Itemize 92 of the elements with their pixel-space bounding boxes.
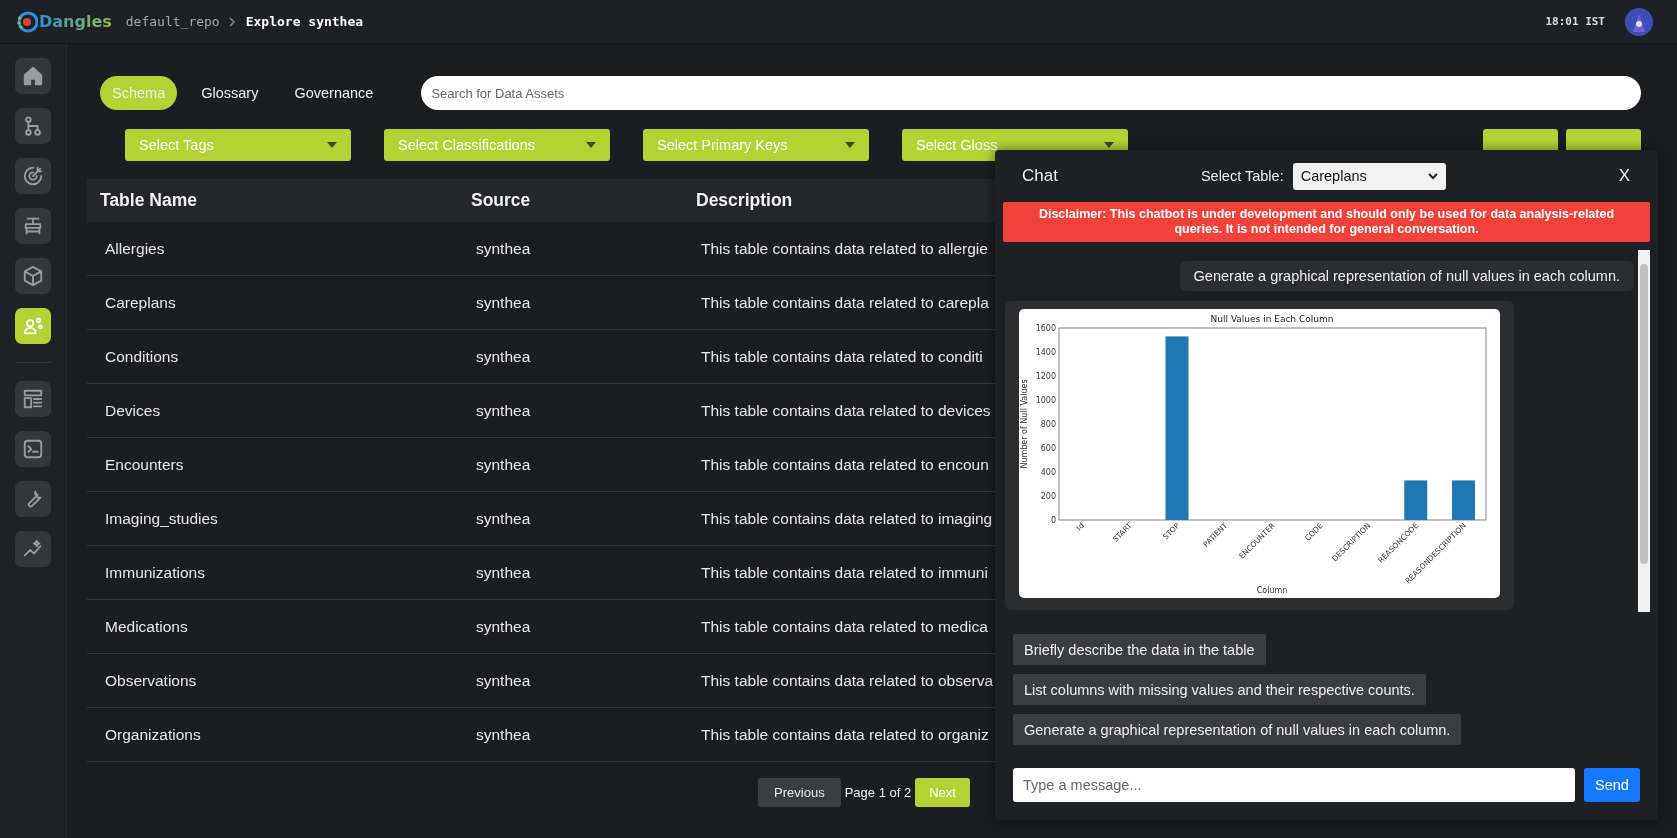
y-tick-label: 1600	[1035, 324, 1056, 333]
sidebar-item[interactable]	[15, 208, 51, 244]
suggestion-chip[interactable]: Briefly describe the data in the table	[1013, 634, 1266, 665]
tab[interactable]: Glossary	[189, 76, 271, 110]
table-cell: synthea	[476, 239, 531, 258]
sidebar-item[interactable]	[15, 308, 51, 344]
sidebar-item[interactable]	[15, 431, 51, 467]
chat-title: Chat	[1022, 166, 1058, 186]
chart-title: Null Values in Each Column	[1210, 314, 1334, 324]
pipeline-icon	[22, 215, 44, 237]
suggestion-chip[interactable]: List columns with missing values and their respective counts.	[1013, 674, 1426, 705]
y-tick-label: 0	[1050, 516, 1056, 525]
table-cell: This table contains data related to allergie	[701, 239, 988, 258]
message-input[interactable]: Type a message...	[1013, 768, 1575, 802]
table-cell[interactable]: Encounters	[105, 455, 184, 474]
table-cell[interactable]: Immunizations	[105, 563, 205, 582]
table-cell[interactable]: Devices	[105, 401, 161, 420]
y-axis-label: Number of Null Values	[1020, 379, 1029, 469]
table-cell: synthea	[476, 401, 531, 420]
sidebar-item[interactable]	[15, 381, 51, 417]
previous-button[interactable]: Previous	[758, 778, 841, 807]
cube-icon	[22, 265, 44, 287]
sidebar-item[interactable]	[15, 158, 51, 194]
select-label: Select Table:	[1200, 168, 1284, 184]
sidebar-item[interactable]	[15, 481, 51, 517]
y-tick-label: 1000	[1035, 396, 1056, 405]
table-cell: This table contains data related to conditi	[701, 347, 983, 366]
caret-icon	[1104, 142, 1114, 148]
sidebar-item[interactable]	[15, 58, 51, 94]
table-cell[interactable]: Observations	[105, 671, 197, 690]
table-cell: synthea	[476, 293, 531, 312]
y-tick-label: 800	[1040, 420, 1056, 429]
column-header: Table Name	[99, 190, 198, 211]
table-cell[interactable]: Careplans	[105, 293, 176, 312]
y-tick-label: 600	[1040, 444, 1056, 453]
chevron-icon	[227, 16, 236, 27]
sidebar-item[interactable]	[15, 108, 51, 144]
target-icon	[22, 165, 44, 187]
table-cell[interactable]: Medications	[105, 617, 188, 636]
table-cell[interactable]: Conditions	[105, 347, 179, 366]
table-cell: This table contains data related to imaging	[701, 509, 993, 528]
caret-icon	[327, 142, 337, 148]
column-header: Description	[695, 190, 794, 211]
breadcrumb-link[interactable]: default_repo	[125, 14, 220, 29]
tab[interactable]: Governance	[282, 76, 386, 110]
table-cell: synthea	[476, 509, 531, 528]
table-cell: This table contains data related to devices	[701, 401, 991, 420]
y-tick-label: 400	[1040, 468, 1056, 477]
table-cell: synthea	[476, 347, 531, 366]
column-header: Source	[470, 190, 532, 211]
scrollbar[interactable]	[1638, 250, 1650, 612]
sidebar-item[interactable]	[15, 531, 51, 567]
x-axis-label: Column	[1256, 586, 1288, 595]
close-button[interactable]: X	[1618, 166, 1630, 186]
table-cell: This table contains data related to immuni	[701, 563, 988, 582]
terminal-icon	[22, 438, 44, 460]
table-cell[interactable]: Imaging_studies	[105, 509, 218, 528]
table-cell: This table contains data related to observa	[701, 671, 994, 690]
sidebar-item[interactable]	[15, 258, 51, 294]
branch-icon	[22, 115, 44, 137]
page-indicator: Page 1 of 2	[844, 785, 912, 800]
y-tick-label: 200	[1040, 492, 1056, 501]
caret-icon	[586, 142, 596, 148]
home-icon	[22, 65, 44, 87]
table-cell: This table contains data related to medica	[701, 617, 988, 636]
avatar-icon[interactable]	[1625, 7, 1653, 36]
table-cell: synthea	[476, 725, 531, 744]
table-cell: This table contains data related to carepla	[701, 293, 989, 312]
caret-icon	[845, 142, 855, 148]
caret-icon	[1427, 172, 1438, 180]
layout-icon	[22, 388, 44, 410]
table-cell[interactable]: Allergies	[105, 239, 165, 258]
table-cell: This table contains data related to encoun	[701, 455, 989, 474]
logo-icon	[16, 10, 38, 33]
table-cell[interactable]: Organizations	[105, 725, 201, 744]
user-message: Generate a graphical representation of null values in each column.	[1179, 261, 1634, 291]
app-logo[interactable]: Dangles	[39, 12, 112, 31]
table-cell: This table contains data related to organiz	[701, 725, 989, 744]
page-title: Explore synthea	[245, 14, 364, 29]
send-button[interactable]: Send	[1584, 768, 1640, 802]
user-gear-icon	[22, 315, 44, 337]
clock-time: 18:01 IST	[1545, 15, 1605, 28]
y-tick-label: 1200	[1035, 372, 1056, 381]
suggestion-chip[interactable]: Generate a graphical representation of null values in each column.	[1013, 714, 1462, 745]
y-tick-label: 1400	[1035, 348, 1056, 357]
disclaimer-banner: Disclaimer: This chatbot is under development and should only be used for data analysis-related queries. It is not intended for general conversation.	[1003, 202, 1650, 242]
search-field[interactable]: Search for Data Assets	[421, 76, 1641, 110]
table-cell: synthea	[476, 671, 531, 690]
table-cell: synthea	[476, 617, 531, 636]
table-select[interactable]: Careplans	[1292, 162, 1446, 190]
table-cell: synthea	[476, 563, 531, 582]
table-cell: synthea	[476, 455, 531, 474]
